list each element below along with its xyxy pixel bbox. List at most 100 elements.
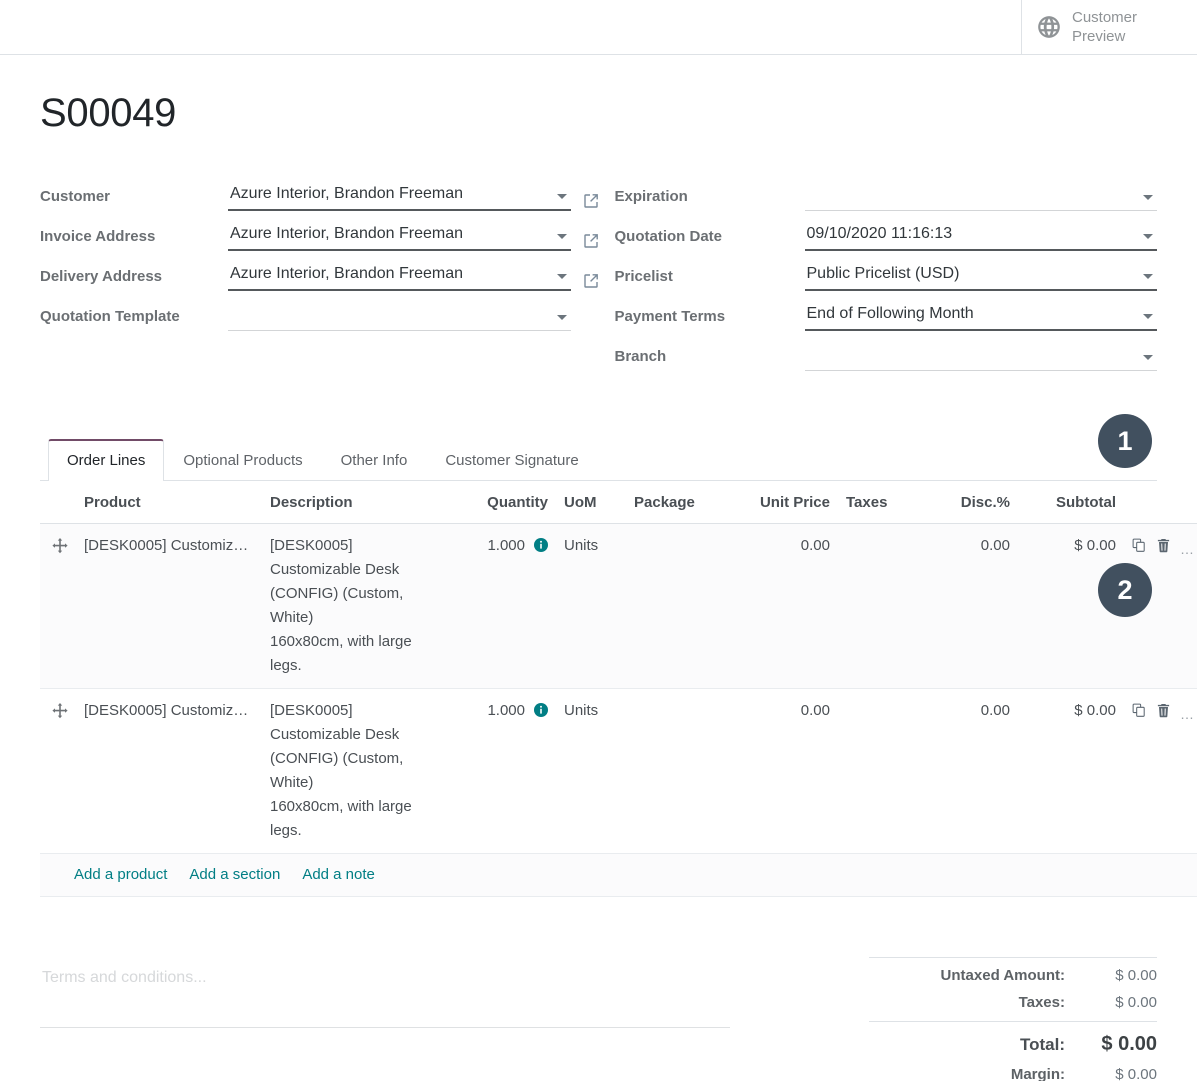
header-package[interactable]: Package <box>626 481 734 524</box>
delete-row-icon[interactable] <box>1156 537 1171 561</box>
header-quantity[interactable]: Quantity <box>462 481 556 524</box>
header-subtotal[interactable]: Subtotal <box>1018 481 1124 524</box>
field-input[interactable]: 09/10/2020 11:16:13 <box>804 223 1157 251</box>
header-product[interactable]: Product <box>76 481 262 524</box>
cell-description[interactable]: [DESK0005] Customizable Desk (CONFIG) (C… <box>262 523 462 689</box>
drag-handle-icon[interactable] <box>52 703 68 719</box>
external-link-icon[interactable] <box>583 273 599 289</box>
field-row-pricelist: Pricelist Public Pricelist (USD) <box>615 263 1157 291</box>
chevron-down-icon[interactable] <box>556 274 567 279</box>
tab-optional-products[interactable]: Optional Products <box>164 439 321 481</box>
cell-quantity[interactable]: 1.000 <box>462 523 556 689</box>
field-label: Quotation Date <box>614 228 723 245</box>
cell-discount[interactable]: 0.00 <box>918 523 1018 689</box>
table-row[interactable]: [DESK0005] Customiz… [DESK0005] Customiza… <box>40 689 1197 854</box>
chevron-down-icon[interactable] <box>556 194 567 199</box>
duplicate-row-icon[interactable] <box>1132 702 1147 726</box>
customer-preview-button[interactable]: Customer Preview <box>1021 0 1197 54</box>
order-lines-body: [DESK0005] Customiz… [DESK0005] Customiza… <box>40 523 1197 854</box>
field-input[interactable] <box>804 345 1157 371</box>
field-control: Azure Interior, Brandon Freeman <box>228 263 599 291</box>
cell-product[interactable]: [DESK0005] Customiz… <box>76 689 262 854</box>
form-bottom: Terms and conditions... Untaxed Amount: $… <box>40 957 1157 1081</box>
add-a-product-link[interactable]: Add a product <box>74 864 167 886</box>
total-label: Untaxed Amount: <box>940 967 1065 984</box>
cell-description[interactable]: [DESK0005] Customizable Desk (CONFIG) (C… <box>262 689 462 854</box>
field-input[interactable]: Azure Interior, Brandon Freeman <box>228 183 571 211</box>
field-row-payment-terms: Payment Terms End of Following Month <box>614 303 1157 331</box>
external-link-icon[interactable] <box>583 193 599 209</box>
cell-quantity[interactable]: 1.000 <box>462 689 556 854</box>
terms-section: Terms and conditions... <box>40 957 730 1081</box>
chevron-down-icon[interactable] <box>1143 234 1153 239</box>
add-row-cell: Add a product Add a section Add a note <box>40 853 1197 897</box>
field-label: Payment Terms <box>614 308 726 325</box>
cell-uom[interactable]: Units <box>556 523 626 689</box>
tab-customer-signature[interactable]: Customer Signature <box>426 439 597 481</box>
row-overflow-ellipsis[interactable]: … <box>1180 702 1195 726</box>
cell-package[interactable] <box>626 689 734 854</box>
add-a-note-link[interactable]: Add a note <box>302 864 375 886</box>
field-label: Branch <box>614 348 667 365</box>
external-link-icon[interactable] <box>583 233 599 249</box>
field-control <box>804 345 1157 371</box>
info-icon[interactable] <box>534 536 548 552</box>
add-row: Add a product Add a section Add a note <box>40 853 1197 897</box>
notebook-tabs: Order Lines Optional Products Other Info Cu… <box>40 439 1157 481</box>
total-row-margin: Margin: $ 0.00 <box>869 1061 1157 1081</box>
delete-row-icon[interactable] <box>1156 702 1171 726</box>
terms-input[interactable]: Terms and conditions... <box>40 957 730 1028</box>
form-column-left: Customer Azure Interior, Brandon Freeman I… <box>40 183 599 383</box>
cell-subtotal: $ 0.00 <box>1074 702 1116 719</box>
field-label: Expiration <box>614 188 688 205</box>
add-links: Add a product Add a section Add a note <box>48 864 1197 886</box>
cell-taxes[interactable] <box>838 689 918 854</box>
header-unit-price[interactable]: Unit Price <box>734 481 838 524</box>
drag-handle-icon[interactable] <box>52 538 68 554</box>
field-control: 09/10/2020 11:16:13 <box>804 223 1157 251</box>
field-row-branch: Branch <box>614 343 1157 371</box>
cell-discount[interactable]: 0.00 <box>918 689 1018 854</box>
sales-order-form-page: Customer Preview S00049 Customer Azure In… <box>0 0 1197 1081</box>
tab-other-info[interactable]: Other Info <box>322 439 427 481</box>
header-actions <box>1124 481 1197 524</box>
drag-handle-cell <box>40 523 76 689</box>
duplicate-row-icon[interactable] <box>1132 537 1147 561</box>
cell-product[interactable]: [DESK0005] Customiz… <box>76 523 262 689</box>
field-control: Azure Interior, Brandon Freeman <box>228 223 599 251</box>
row-overflow-ellipsis[interactable]: … <box>1180 537 1195 561</box>
field-input[interactable] <box>804 185 1157 211</box>
chevron-down-icon[interactable] <box>1143 355 1153 360</box>
header-discount[interactable]: Disc.% <box>918 481 1018 524</box>
chevron-down-icon[interactable] <box>1143 314 1153 319</box>
chevron-down-icon[interactable] <box>556 234 567 239</box>
header-taxes[interactable]: Taxes <box>838 481 918 524</box>
tab-order-lines[interactable]: Order Lines <box>48 439 165 481</box>
field-input[interactable]: Azure Interior, Brandon Freeman <box>228 223 571 251</box>
field-input[interactable]: Azure Interior, Brandon Freeman <box>228 263 571 291</box>
field-control: Public Pricelist (USD) <box>804 263 1157 291</box>
cell-unit-price[interactable]: 0.00 <box>734 689 838 854</box>
field-input[interactable]: End of Following Month <box>804 303 1157 331</box>
cell-taxes[interactable] <box>838 523 918 689</box>
chevron-down-icon[interactable] <box>1143 195 1153 200</box>
table-row[interactable]: [DESK0005] Customiz… [DESK0005] Customiza… <box>40 523 1197 689</box>
table-header-row: Product Description Quantity UoM Package… <box>40 481 1197 524</box>
cell-unit-price[interactable]: 0.00 <box>734 523 838 689</box>
chevron-down-icon[interactable] <box>556 315 567 320</box>
field-input[interactable]: Public Pricelist (USD) <box>804 263 1157 291</box>
total-label: Margin: <box>1010 1066 1065 1081</box>
field-input[interactable] <box>228 305 571 331</box>
header-uom[interactable]: UoM <box>556 481 626 524</box>
add-a-section-link[interactable]: Add a section <box>189 864 280 886</box>
cell-package[interactable] <box>626 523 734 689</box>
order-lines-header: Product Description Quantity UoM Package… <box>40 481 1197 524</box>
top-status-bar: Customer Preview <box>0 0 1197 55</box>
field-row-delivery-address: Delivery Address Azure Interior, Brandon … <box>40 263 599 291</box>
info-icon[interactable] <box>534 701 548 717</box>
field-label: Delivery Address <box>40 268 163 285</box>
header-description[interactable]: Description <box>262 481 462 524</box>
chevron-down-icon[interactable] <box>1143 274 1153 279</box>
cell-uom[interactable]: Units <box>556 689 626 854</box>
field-row-expiration: Expiration <box>614 183 1157 211</box>
